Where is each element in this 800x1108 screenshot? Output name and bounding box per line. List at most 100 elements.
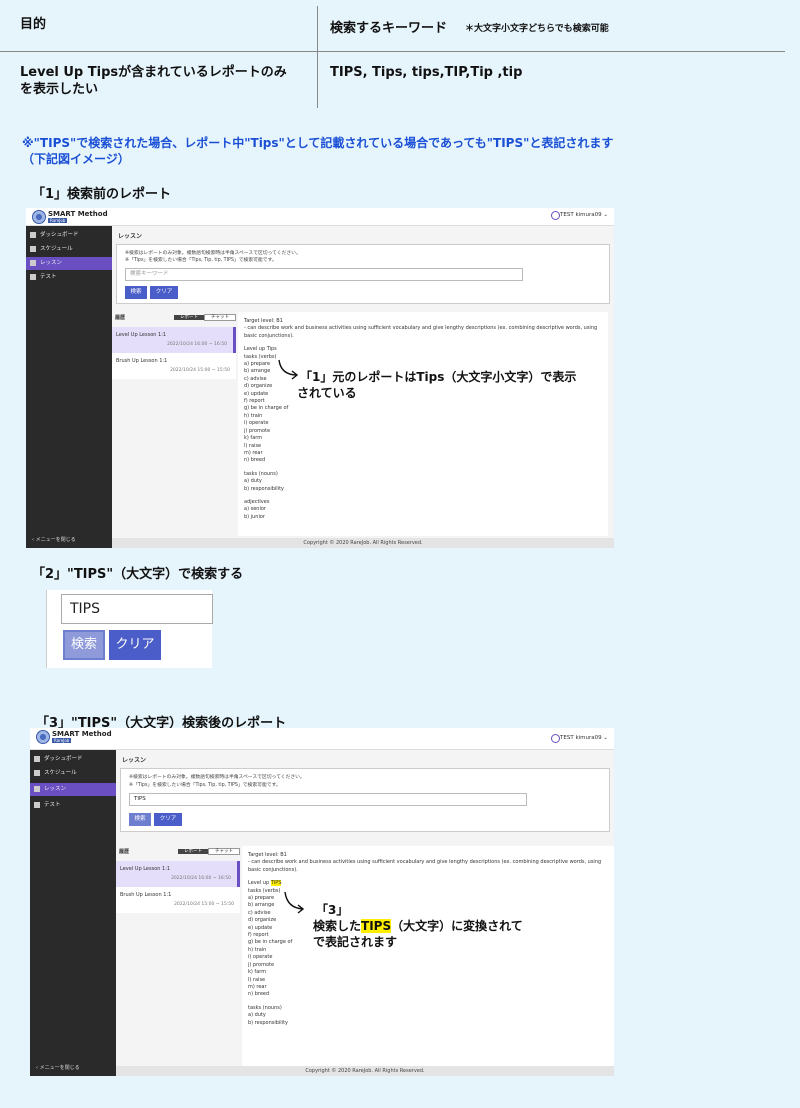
history-item-title: Brush Up Lesson 1:1 — [120, 892, 172, 898]
history-item-date: 2022/10/24 16:00 ~ 16:50 — [171, 876, 231, 881]
annotation-3-line2: 検索したTIPS（大文字）に変換されて — [313, 919, 523, 934]
report-description: - can describe work and business activit… — [244, 325, 598, 339]
close-menu-label: メニューを閉じる — [35, 537, 76, 543]
report-list-item: n) breed — [248, 991, 270, 998]
history-tabs: レポート チャット — [178, 848, 240, 855]
report-nouns-header: tasks (nouns) — [248, 1004, 282, 1011]
tab-report[interactable]: レポート — [174, 315, 204, 320]
annotation-1-line1: 「1」元のレポートはTips（大文字小文字）で表示 — [300, 370, 577, 384]
report-list-item: b) responsibility — [248, 1019, 288, 1026]
main-content: レッスン ※検索はレポートのみ対象。複数語句検索時は半角スペースで区切ってくださ… — [112, 226, 614, 548]
dashboard-icon — [34, 756, 40, 762]
brand-name: SMART Method — [48, 210, 108, 218]
search-input[interactable]: 検索キーワード — [125, 268, 523, 281]
annotation-3-pre: 検索した — [313, 919, 362, 933]
report-list-item: l) raise — [248, 976, 266, 983]
close-menu-button[interactable]: ‹ メニューを閉じる — [32, 536, 76, 543]
sidebar-item-schedule[interactable]: スケジュール — [30, 767, 116, 780]
search-button-zoomed[interactable]: 検索 — [63, 630, 105, 660]
history-item[interactable]: Level Up Lesson 1:1 2022/10/24 16:00 ~ 1… — [116, 861, 240, 887]
sidebar-item-dashboard[interactable]: ダッシュボード — [26, 229, 112, 242]
annotation-3-line1: 「3」 — [316, 903, 349, 917]
report-list-item: h) train — [244, 412, 263, 419]
sidebar-item-lesson[interactable]: レッスン — [30, 783, 116, 796]
history-item[interactable]: Brush Up Lesson 1:1 2022/10/24 15:00 ~ 1… — [112, 353, 236, 379]
table-header-keyword-note: ＊大文字小文字どちらでも検索可能 — [465, 24, 609, 34]
table-header-purpose: 目的 — [20, 17, 47, 32]
search-button[interactable]: 検索 — [125, 286, 147, 299]
report-tips-heading: Level up TIPS — [248, 880, 608, 887]
report-list-item: j) promote — [248, 961, 275, 968]
user-menu[interactable]: TEST kimura09 ⌄ — [560, 212, 608, 218]
history-item[interactable]: Level Up Lesson 1:1 2022/10/24 16:00 ~ 1… — [112, 327, 236, 353]
report-list-item: b) junior — [244, 513, 265, 520]
search-help-2: ※「Tips」を検索したい場合「Tips, Tip, tip, TIPS」で検索… — [125, 258, 277, 263]
brand-sub: RareJob — [52, 738, 72, 743]
report-nouns-header: tasks (nouns) — [244, 470, 278, 477]
user-menu[interactable]: TEST kimura09 ⌄ — [560, 735, 608, 741]
search-panel: ※検索はレポートのみ対象。複数語句検索時は半角スペースで区切ってください。 ※「… — [120, 768, 610, 832]
search-panel: ※検索はレポートのみ対象。複数語句検索時は半角スペースで区切ってください。 ※「… — [116, 244, 610, 304]
schedule-icon — [30, 246, 36, 252]
report-body: Target level: B1 - can describe work and… — [238, 312, 608, 536]
report-list-item: k) farm — [244, 435, 263, 442]
app-screenshot-after: SMART Method RareJob TEST kimura09 ⌄ ダッシ… — [30, 728, 614, 1076]
sidebar-item-label: スケジュール — [44, 770, 77, 776]
report-list-item: j) promote — [244, 427, 271, 434]
table-cell-keywords: TIPS, Tips, tips,TIP,Tip ,tip — [330, 65, 523, 80]
sidebar-item-test[interactable]: テスト — [30, 799, 116, 812]
sidebar-item-test[interactable]: テスト — [26, 271, 112, 284]
section-1-title: 「1」検索前のレポート — [32, 187, 172, 202]
close-menu-label: メニューを閉じる — [39, 1065, 80, 1071]
history-label: 履歴 — [119, 849, 130, 855]
annotation-3-line3: で表記されます — [313, 935, 398, 949]
footer-copyright: Copyright © 2020 RareJob. All Rights Res… — [112, 538, 614, 548]
history-item-date: 2022/10/24 15:00 ~ 15:50 — [170, 368, 230, 373]
search-help-2: ※「Tips」を検索したい場合「Tips, Tip, tip, TIPS」で検索… — [129, 783, 281, 788]
search-button[interactable]: 検索 — [129, 813, 151, 826]
test-icon — [30, 274, 36, 280]
brand-sub: RareJob — [48, 218, 68, 223]
report-list-item: a) duty — [244, 478, 262, 485]
section-2-title: 「2」"TIPS"（大文字）で検索する — [32, 567, 244, 582]
tab-chat[interactable]: チャット — [204, 314, 236, 321]
search-input-zoomed[interactable]: TIPS — [61, 594, 213, 624]
sidebar-item-dashboard[interactable]: ダッシュボード — [30, 753, 116, 766]
sidebar-item-schedule[interactable]: スケジュール — [26, 243, 112, 256]
clear-button[interactable]: クリア — [154, 813, 182, 826]
clear-button[interactable]: クリア — [150, 286, 178, 299]
report-list-item: i) operate — [244, 420, 269, 427]
app-header: SMART Method RareJob TEST kimura09 ⌄ — [30, 728, 614, 750]
report-list-item: n) breed — [244, 457, 266, 464]
page-title: レッスン — [122, 757, 147, 764]
clear-button-zoomed[interactable]: クリア — [109, 630, 161, 660]
report-target: Target level: B1 — [244, 318, 283, 324]
report-list-item: h) train — [248, 946, 267, 953]
history-item-title: Level Up Lesson 1:1 — [120, 866, 171, 872]
report-list-item: i) operate — [248, 954, 273, 961]
report-list-item: g) be in charge of — [244, 405, 289, 412]
lesson-icon — [30, 260, 36, 266]
tab-chat[interactable]: チャット — [208, 848, 240, 855]
main-content: レッスン ※検索はレポートのみ対象。複数語句検索時は半角スペースで区切ってくださ… — [116, 750, 614, 1076]
table-cell-purpose: Level Up Tipsが含まれているレポートのみを表示したい — [20, 65, 287, 97]
test-icon — [34, 802, 40, 808]
report-list-item: m) rear — [244, 449, 263, 456]
sidebar-item-label: ダッシュボード — [40, 232, 79, 238]
report-target: Target level: B1 — [248, 852, 287, 858]
report-list-item: a) duty — [248, 1012, 266, 1019]
search-input[interactable]: TIPS — [129, 793, 527, 806]
sidebar-item-lesson[interactable]: レッスン — [26, 257, 112, 270]
logo-icon — [36, 730, 50, 744]
close-menu-button[interactable]: ‹ メニューを閉じる — [36, 1064, 80, 1071]
sidebar-item-label: テスト — [44, 802, 61, 808]
report-list-item: m) rear — [248, 983, 267, 990]
report-list-item: k) farm — [248, 969, 267, 976]
history-item[interactable]: Brush Up Lesson 1:1 2022/10/24 15:00 ~ 1… — [116, 887, 240, 913]
sidebar: ダッシュボード スケジュール レッスン テスト ‹ メニューを閉じる — [30, 750, 116, 1076]
user-icon[interactable] — [551, 211, 560, 220]
tab-report[interactable]: レポート — [178, 849, 208, 854]
dashboard-icon — [30, 232, 36, 238]
user-icon[interactable] — [551, 734, 560, 743]
table-header-keyword: 検索するキーワード — [330, 21, 448, 36]
